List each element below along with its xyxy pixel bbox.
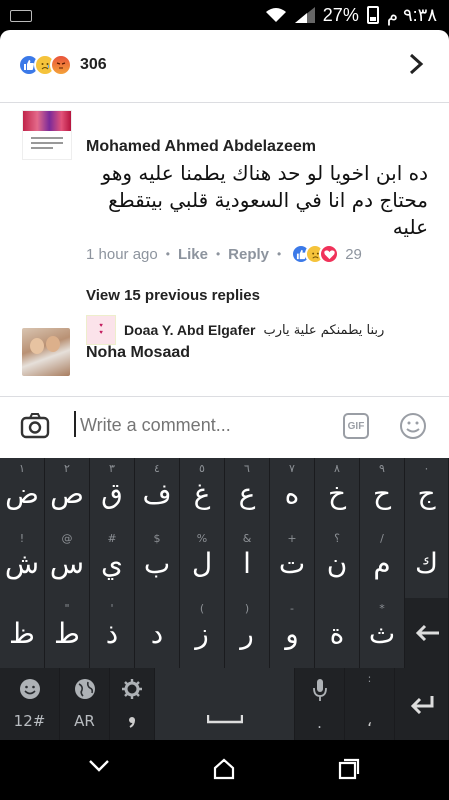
key[interactable]: ٠ج	[405, 458, 449, 528]
camera-icon[interactable]	[20, 413, 50, 439]
key[interactable]: ٧ه	[270, 458, 315, 528]
wifi-icon	[265, 8, 286, 22]
key[interactable]: # ي	[90, 528, 135, 598]
home-icon[interactable]	[213, 758, 235, 780]
emoji-icon	[19, 679, 40, 699]
key[interactable]: ظ	[0, 598, 45, 668]
text-cursor	[74, 411, 76, 437]
key[interactable]: (ز	[180, 598, 225, 668]
gear-icon	[122, 679, 142, 699]
avatar[interactable]	[22, 328, 70, 376]
love-reaction-icon	[319, 244, 340, 264]
key[interactable]: ١ض	[0, 458, 45, 528]
key[interactable]: ٦ع	[225, 458, 270, 528]
status-bar: 27% ٩:٣٨ م	[0, 0, 449, 30]
key[interactable]: ' ذ	[90, 598, 135, 668]
dot-separator: •	[215, 247, 221, 261]
key[interactable]: $ ب	[135, 528, 180, 598]
key[interactable]: -و	[270, 598, 315, 668]
key[interactable]: ٥غ	[180, 458, 225, 528]
battery-percent: 27%	[322, 4, 359, 25]
avatar: ♥ ♥	[86, 315, 116, 345]
angry-reaction-icon	[50, 54, 72, 76]
voice-key[interactable]: .	[295, 668, 345, 740]
comment-composer: GIF	[0, 397, 449, 458]
space-key[interactable]	[155, 668, 295, 740]
comments-card: 306 Mohamed Ahmed Abdelazeem ده ابن اخوي…	[0, 30, 449, 458]
signal-icon	[294, 7, 315, 23]
dot-separator: •	[277, 247, 282, 261]
recent-apps-icon[interactable]	[338, 758, 360, 780]
comment-reactions[interactable]	[291, 244, 340, 264]
clock: ٩:٣٨ م	[386, 4, 437, 25]
language-key[interactable]: AR	[60, 668, 110, 740]
gif-button[interactable]: GIF	[343, 413, 369, 439]
key[interactable]: ة	[315, 598, 360, 668]
space-icon	[206, 715, 243, 724]
post-reactions-summary[interactable]: 306	[18, 54, 107, 76]
keyboard-row-4: 12# AR . : ،	[0, 668, 449, 740]
key[interactable]: * ث	[360, 598, 405, 668]
comma-icon	[129, 717, 135, 728]
key[interactable]: ٨خ	[315, 458, 360, 528]
reply-author: Doaa Y. Abd Elgafer	[124, 322, 256, 338]
sticker-icon[interactable]	[398, 411, 428, 441]
key[interactable]: ) ر	[225, 598, 270, 668]
comment-input[interactable]	[80, 415, 320, 436]
key[interactable]: ٩ح	[360, 458, 405, 528]
key[interactable]: @ س	[45, 528, 90, 598]
divider	[0, 102, 449, 103]
key[interactable]: ٢ص	[45, 458, 90, 528]
like-button[interactable]: Like	[178, 246, 208, 263]
key[interactable]: ٤ف	[135, 458, 180, 528]
key[interactable]: + ت	[270, 528, 315, 598]
reply-button[interactable]: Reply	[228, 246, 269, 263]
reaction-count: 306	[80, 56, 107, 73]
enter-icon	[410, 696, 433, 714]
comment-reaction-count: 29	[345, 245, 362, 263]
key[interactable]: ؟ ن	[315, 528, 360, 598]
settings-key[interactable]	[110, 668, 155, 740]
microphone-icon	[312, 679, 327, 701]
key[interactable]: " ط	[45, 598, 90, 668]
keyboard: ١ض ٢ص ٣ق ٤ف ٥غ ٦ع ٧ه ٨خ ٩ح ٠ج ! ش @ س # ي $…	[0, 458, 449, 740]
enter-key[interactable]	[395, 668, 449, 740]
reply-preview[interactable]: ♥ ♥ Doaa Y. Abd Elgafer ربنا يطمنكم علية …	[86, 315, 426, 345]
notification-icon	[10, 10, 32, 22]
comment-meta: 1 hour ago • Like • Reply • 29	[86, 244, 362, 264]
key[interactable]: ٣ق	[90, 458, 135, 528]
key[interactable]: ! ش	[0, 528, 45, 598]
keyboard-row-1: ١ض ٢ص ٣ق ٤ف ٥غ ٦ع ٧ه ٨خ ٩ح ٠ج	[0, 458, 449, 528]
key[interactable]: & ا	[225, 528, 270, 598]
backspace-icon	[415, 624, 439, 642]
keyboard-row-2: ! ش @ س # ي $ ب % ل & ا + ت ؟ ن / م ك	[0, 528, 449, 598]
punctuation-key[interactable]: : ،	[345, 668, 395, 740]
comment-time: 1 hour ago	[86, 245, 158, 263]
avatar[interactable]	[22, 110, 72, 160]
key[interactable]: / م	[360, 528, 405, 598]
comment-text: ده ابن اخويا لو حد هناك يطمنا عليه وهو م…	[101, 161, 428, 239]
view-previous-replies-link[interactable]: View 15 previous replies	[86, 287, 260, 304]
key[interactable]: د	[135, 598, 180, 668]
navigation-bar	[0, 740, 449, 800]
battery-icon	[366, 6, 379, 24]
key[interactable]: ك	[405, 528, 449, 598]
chevron-right-icon[interactable]	[405, 52, 427, 76]
comment-author[interactable]: Mohamed Ahmed Abdelazeem	[86, 138, 316, 156]
keyboard-row-3: ظ " ط ' ذ د (ز ) ر -و ة * ث	[0, 598, 449, 668]
globe-icon	[74, 679, 95, 699]
numbers-key[interactable]: 12#	[0, 668, 60, 740]
key[interactable]: % ل	[180, 528, 225, 598]
back-chevron-icon[interactable]	[88, 758, 110, 774]
comment-author[interactable]: Noha Mosaad	[86, 344, 190, 362]
backspace-key[interactable]	[405, 598, 449, 668]
reply-text: ربنا يطمنكم علية يارب	[263, 322, 385, 338]
dot-separator: •	[165, 247, 170, 261]
